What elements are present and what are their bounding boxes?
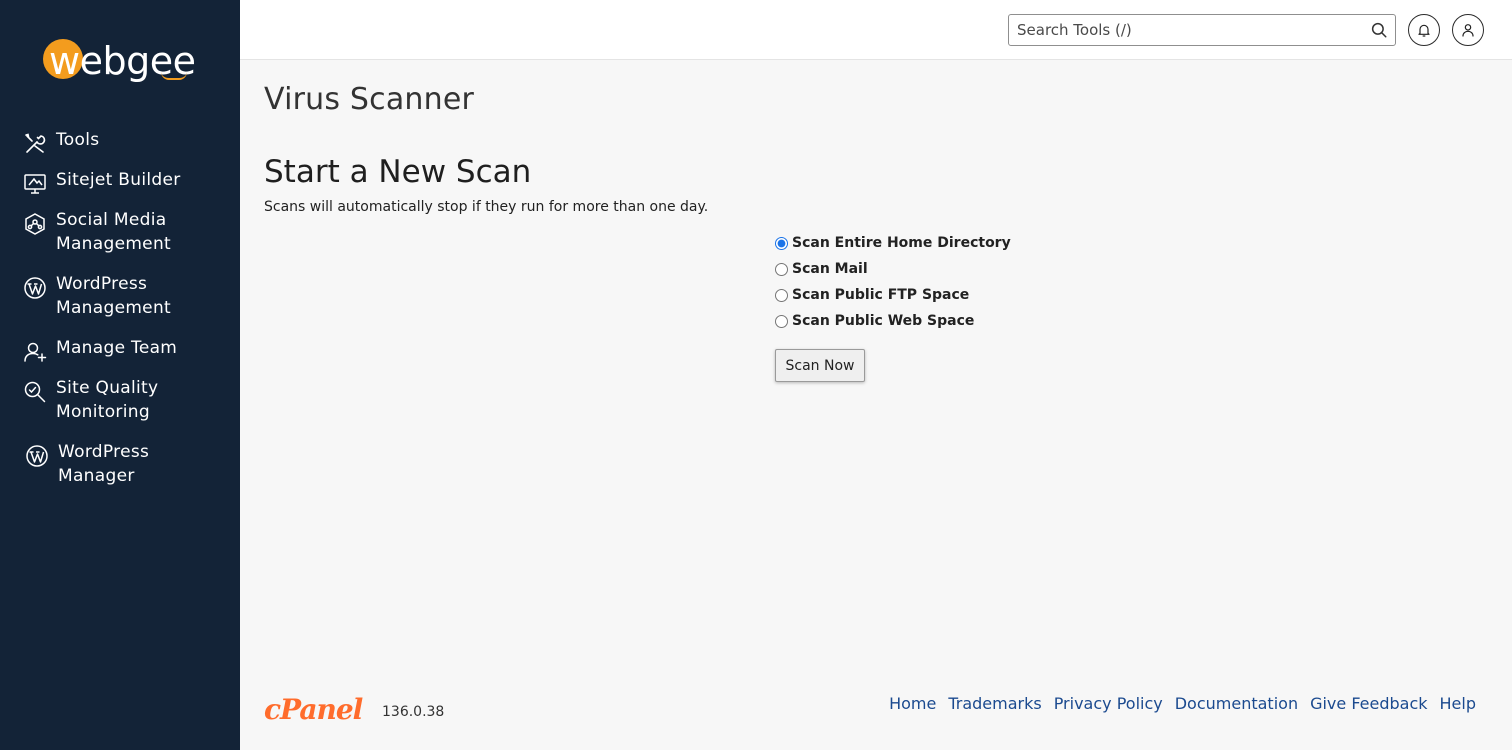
option-label: Scan Entire Home Directory (792, 235, 1011, 251)
sidebar-item-wordpress-manager[interactable]: WordPress Manager (24, 440, 149, 488)
user-menu-button[interactable] (1452, 14, 1484, 46)
top-bar (240, 0, 1512, 60)
sidebar-item-label: Manage Team (56, 338, 178, 358)
brand-logo[interactable]: webgee (43, 38, 196, 84)
mail-radio[interactable] (775, 262, 788, 276)
site-quality-icon (22, 379, 48, 405)
sidebar: webgee Tools Sitejet Builder Social Medi… (0, 0, 240, 750)
option-public-ftp[interactable]: Scan Public FTP Space (774, 282, 1011, 308)
section-title: Start a New Scan (264, 154, 532, 190)
scan-now-button[interactable]: Scan Now (775, 349, 865, 382)
search-icon[interactable] (1370, 21, 1388, 39)
footer-link-trademarks[interactable]: Trademarks (948, 694, 1041, 713)
version-number: 136.0.38 (382, 704, 445, 720)
sidebar-item-label: Social Media Management (56, 210, 171, 254)
search-input[interactable] (1009, 15, 1359, 45)
sidebar-item-wordpress-management[interactable]: WordPress Management (22, 272, 171, 320)
scan-note: Scans will automatically stop if they ru… (264, 199, 709, 215)
sidebar-item-label: Tools (56, 130, 100, 150)
sidebar-item-label: Sitejet Builder (56, 170, 181, 190)
sidebar-item-site-quality-monitoring[interactable]: Site Quality Monitoring (22, 376, 158, 424)
footer-links: Home Trademarks Privacy Policy Documenta… (877, 694, 1476, 713)
sidebar-item-label: WordPress Management (56, 274, 171, 318)
sidebar-item-manage-team[interactable]: Manage Team (22, 336, 177, 365)
footer-link-documentation[interactable]: Documentation (1175, 694, 1298, 713)
notifications-button[interactable] (1408, 14, 1440, 46)
public-ftp-radio[interactable] (775, 288, 788, 302)
sidebar-item-label: WordPress Manager (58, 442, 150, 486)
sidebar-item-tools[interactable]: Tools (22, 128, 99, 157)
home-directory-radio[interactable] (775, 236, 788, 250)
option-home-directory[interactable]: Scan Entire Home Directory (774, 230, 1011, 256)
scan-options: Scan Entire Home Directory Scan Mail Sca… (774, 230, 1011, 334)
social-media-icon (22, 211, 48, 237)
cpanel-logo[interactable]: cPanel (264, 694, 363, 726)
sidebar-item-sitejet-builder[interactable]: Sitejet Builder (22, 168, 181, 197)
option-label: Scan Mail (792, 261, 868, 277)
page-title: Virus Scanner (264, 82, 475, 117)
footer-link-privacy-policy[interactable]: Privacy Policy (1054, 694, 1163, 713)
manage-team-icon (22, 339, 48, 365)
user-icon (1462, 24, 1474, 37)
footer-link-home[interactable]: Home (889, 694, 936, 713)
wordpress-icon (24, 443, 50, 469)
option-public-web[interactable]: Scan Public Web Space (774, 308, 1011, 334)
tools-icon (22, 131, 48, 157)
logo-smile (161, 72, 187, 80)
bell-icon (1418, 24, 1430, 37)
search-box (1008, 14, 1396, 46)
footer-link-help[interactable]: Help (1440, 694, 1476, 713)
option-label: Scan Public FTP Space (792, 287, 970, 303)
public-web-radio[interactable] (775, 314, 788, 328)
wordpress-icon (22, 275, 48, 301)
option-label: Scan Public Web Space (792, 313, 975, 329)
option-mail[interactable]: Scan Mail (774, 256, 1011, 282)
sidebar-item-social-media-management[interactable]: Social Media Management (22, 208, 171, 256)
sidebar-item-label: Site Quality Monitoring (56, 378, 159, 422)
sitejet-icon (22, 171, 48, 197)
footer-link-give-feedback[interactable]: Give Feedback (1310, 694, 1427, 713)
